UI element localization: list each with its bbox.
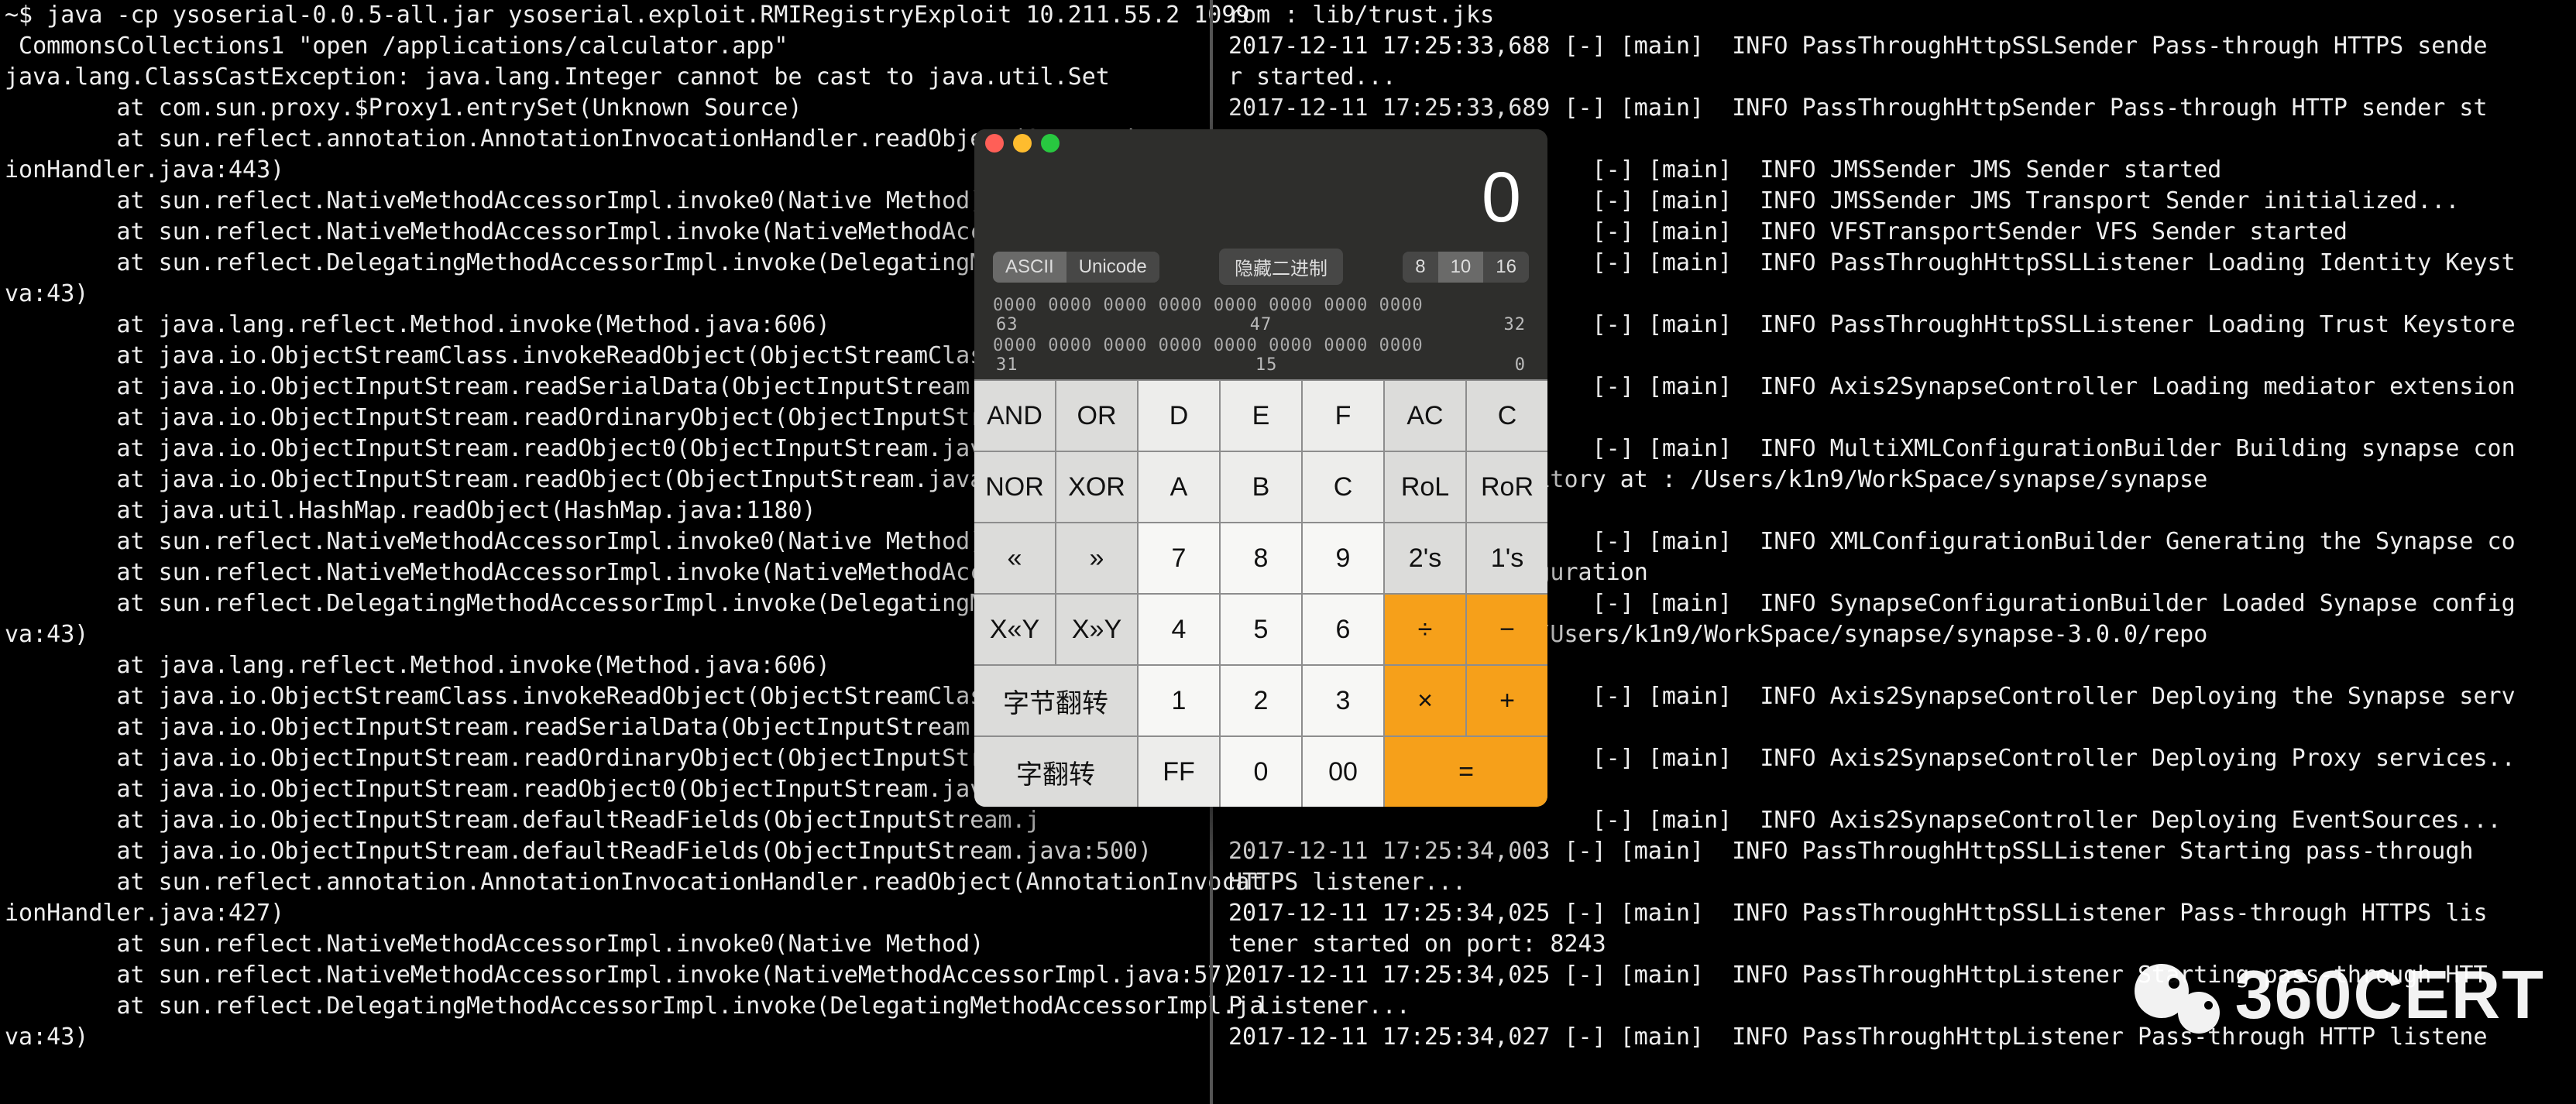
key-divide[interactable]: ÷ (1385, 595, 1465, 664)
binary-bits-display: 0000 0000 0000 0000 0000 0000 0000 0000 … (974, 291, 1547, 379)
key-rol[interactable]: RoL (1385, 452, 1465, 522)
encoding-segmented: ASCII Unicode (993, 252, 1159, 283)
key-9[interactable]: 9 (1303, 523, 1383, 593)
key-and[interactable]: AND (974, 381, 1055, 451)
key-1s[interactable]: 1's (1467, 523, 1547, 593)
watermark: 360CERT (2135, 955, 2545, 1034)
key-5[interactable]: 5 (1221, 595, 1301, 664)
key-equals[interactable]: = (1385, 737, 1547, 807)
encoding-ascii-button[interactable]: ASCII (993, 252, 1066, 283)
wechat-icon (2135, 956, 2220, 1034)
key-minus[interactable]: − (1467, 595, 1547, 664)
key-1[interactable]: 1 (1139, 666, 1219, 735)
hide-binary-button[interactable]: 隐藏二进制 (1219, 249, 1343, 285)
key-shift-left[interactable]: « (974, 523, 1055, 593)
bits-row-high: 0000 0000 0000 0000 0000 0000 0000 0000 (993, 296, 1529, 315)
key-6[interactable]: 6 (1303, 595, 1383, 664)
key-plus[interactable]: + (1467, 666, 1547, 735)
key-ff[interactable]: FF (1139, 737, 1219, 807)
minimize-icon[interactable] (1013, 134, 1032, 153)
bit-label-63: 63 (996, 315, 1018, 334)
calc-toolbar: ASCII Unicode 隐藏二进制 8 10 16 (974, 249, 1547, 291)
bit-label-32: 32 (1504, 315, 1527, 334)
key-byte-reverse[interactable]: 字节翻转 (974, 666, 1137, 735)
bit-label-15: 15 (1255, 355, 1278, 375)
key-nor[interactable]: NOR (974, 452, 1055, 522)
key-chex[interactable]: C (1303, 452, 1383, 522)
key-00[interactable]: 00 (1303, 737, 1383, 807)
key-word-reverse[interactable]: 字翻转 (974, 737, 1137, 807)
encoding-unicode-button[interactable]: Unicode (1066, 252, 1159, 283)
window-titlebar[interactable] (974, 129, 1547, 157)
key-a[interactable]: A (1139, 452, 1219, 522)
zoom-icon[interactable] (1041, 134, 1060, 153)
key-2s[interactable]: 2's (1385, 523, 1465, 593)
calc-display: 0 (974, 157, 1547, 249)
key-xly[interactable]: X«Y (974, 595, 1055, 664)
bitwidth-segmented: 8 10 16 (1403, 252, 1529, 283)
key-xry[interactable]: X»Y (1056, 595, 1137, 664)
key-3[interactable]: 3 (1303, 666, 1383, 735)
key-ror[interactable]: RoR (1467, 452, 1547, 522)
bit-label-0: 0 (1515, 355, 1526, 375)
key-7[interactable]: 7 (1139, 523, 1219, 593)
watermark-text: 360CERT (2235, 955, 2545, 1034)
bit-label-31: 31 (996, 355, 1018, 375)
key-b[interactable]: B (1221, 452, 1301, 522)
key-shift-right[interactable]: » (1056, 523, 1137, 593)
bit-label-47: 47 (1250, 315, 1273, 334)
key-or[interactable]: OR (1056, 381, 1137, 451)
bitwidth-10-button[interactable]: 10 (1438, 252, 1484, 283)
calculator-window: 0 ASCII Unicode 隐藏二进制 8 10 16 0000 0000 … (974, 129, 1547, 807)
key-c[interactable]: C (1467, 381, 1547, 451)
key-ac[interactable]: AC (1385, 381, 1465, 451)
key-xor[interactable]: XOR (1056, 452, 1137, 522)
calc-keypad: AND OR D E F AC C NOR XOR A B C RoL RoR … (974, 379, 1547, 807)
bitwidth-8-button[interactable]: 8 (1403, 252, 1437, 283)
key-multiply[interactable]: × (1385, 666, 1465, 735)
key-8[interactable]: 8 (1221, 523, 1301, 593)
key-d[interactable]: D (1139, 381, 1219, 451)
close-icon[interactable] (985, 134, 1004, 153)
key-0[interactable]: 0 (1221, 737, 1301, 807)
key-e[interactable]: E (1221, 381, 1301, 451)
key-2[interactable]: 2 (1221, 666, 1301, 735)
key-4[interactable]: 4 (1139, 595, 1219, 664)
bitwidth-16-button[interactable]: 16 (1483, 252, 1529, 283)
bits-row-low: 0000 0000 0000 0000 0000 0000 0000 0000 (993, 336, 1529, 355)
key-f[interactable]: F (1303, 381, 1383, 451)
